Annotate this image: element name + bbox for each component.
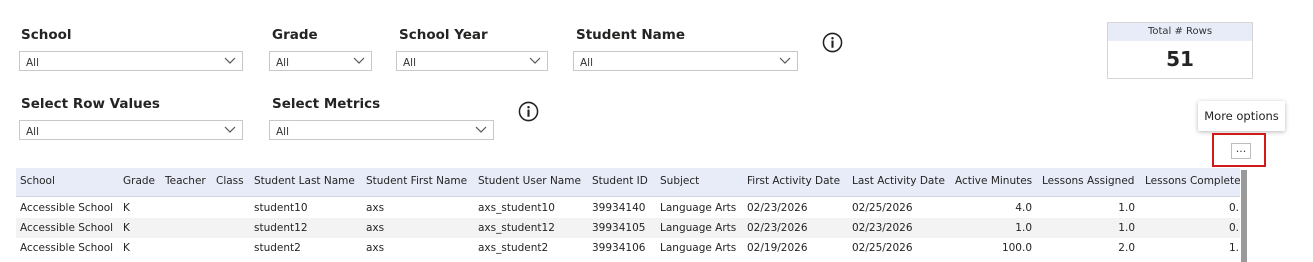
cell-student-last-name: student12	[254, 222, 308, 234]
cell-lessons-complete: 1.	[1228, 242, 1239, 254]
metrics-dropdown-value: All	[276, 126, 290, 138]
cell-subject: Language Arts	[660, 202, 737, 214]
school-year-dropdown-value: All	[403, 57, 417, 69]
column-header-student-first-name[interactable]: Student First Name	[366, 175, 467, 187]
school-dropdown-value: All	[26, 57, 40, 69]
info-icon[interactable]	[518, 101, 539, 122]
cell-student-last-name: student10	[254, 202, 308, 214]
cell-first-activity-date: 02/19/2026	[747, 242, 808, 254]
total-rows-card-title: Total # Rows	[1108, 23, 1252, 41]
cell-grade: K	[123, 202, 130, 214]
total-rows-value: 51	[1166, 47, 1194, 71]
cell-student-id: 39934106	[592, 242, 646, 254]
cell-active-minutes: 4.0	[1015, 202, 1032, 214]
more-options-highlight: ...	[1212, 133, 1266, 167]
cell-subject: Language Arts	[660, 242, 737, 254]
student-name-dropdown[interactable]: All	[573, 51, 798, 71]
cell-grade: K	[123, 242, 130, 254]
row-values-dropdown[interactable]: All	[19, 120, 243, 140]
cell-lessons-complete: 0.	[1228, 202, 1239, 214]
metrics-filter-label: Select Metrics	[272, 96, 381, 112]
table-row[interactable]: Accessible School K student12 axs axs_st…	[16, 218, 1240, 238]
cell-last-activity-date: 02/23/2026	[852, 222, 913, 234]
cell-student-first-name: axs	[366, 202, 385, 214]
grade-filter-label: Grade	[272, 27, 318, 43]
table-row[interactable]: Accessible School K student10 axs axs_st…	[16, 198, 1240, 218]
school-dropdown[interactable]: All	[19, 51, 243, 71]
table-row[interactable]: Accessible School K student2 axs axs_stu…	[16, 238, 1240, 258]
column-header-student-last-name[interactable]: Student Last Name	[254, 175, 355, 187]
chevron-down-icon	[779, 57, 791, 64]
column-header-last-activity-date[interactable]: Last Activity Date	[852, 175, 945, 187]
chevron-down-icon	[224, 126, 236, 133]
column-header-student-user-name[interactable]: Student User Name	[478, 175, 581, 187]
total-rows-card: Total # Rows 51	[1107, 22, 1253, 79]
cell-subject: Language Arts	[660, 222, 737, 234]
chevron-down-icon	[529, 57, 541, 64]
data-table: School Grade Teacher Class Student Last …	[16, 168, 1240, 262]
cell-active-minutes: 100.0	[1001, 242, 1032, 254]
more-options-tooltip: More options	[1198, 101, 1285, 131]
school-year-dropdown[interactable]: All	[396, 51, 548, 71]
cell-last-activity-date: 02/25/2026	[852, 202, 913, 214]
student-name-filter-label: Student Name	[576, 27, 686, 43]
row-values-filter-label: Select Row Values	[21, 96, 160, 112]
column-header-school[interactable]: School	[20, 175, 55, 187]
info-icon[interactable]	[822, 32, 843, 53]
column-header-class[interactable]: Class	[216, 175, 244, 187]
cell-first-activity-date: 02/23/2026	[747, 202, 808, 214]
column-header-student-id[interactable]: Student ID	[592, 175, 648, 187]
cell-school: Accessible School	[20, 242, 114, 254]
column-header-subject[interactable]: Subject	[660, 175, 699, 187]
column-header-grade[interactable]: Grade	[123, 175, 155, 187]
cell-grade: K	[123, 222, 130, 234]
cell-student-user-name: axs_student12	[478, 222, 555, 234]
column-header-active-minutes[interactable]: Active Minutes	[955, 175, 1032, 187]
table-vertical-scrollbar[interactable]	[1241, 170, 1247, 262]
cell-first-activity-date: 02/23/2026	[747, 222, 808, 234]
school-filter-label: School	[21, 27, 72, 43]
cell-student-first-name: axs	[366, 242, 385, 254]
chevron-down-icon	[475, 126, 487, 133]
table-header: School Grade Teacher Class Student Last …	[16, 168, 1240, 197]
row-values-dropdown-value: All	[26, 126, 40, 138]
chevron-down-icon	[224, 57, 236, 64]
cell-student-last-name: student2	[254, 242, 301, 254]
grade-dropdown-value: All	[276, 57, 290, 69]
cell-active-minutes: 1.0	[1015, 222, 1032, 234]
cell-lessons-assigned: 2.0	[1118, 242, 1135, 254]
column-header-first-activity-date[interactable]: First Activity Date	[747, 175, 840, 187]
cell-last-activity-date: 02/25/2026	[852, 242, 913, 254]
cell-student-id: 39934105	[592, 222, 646, 234]
cell-school: Accessible School	[20, 202, 114, 214]
cell-student-user-name: axs_student2	[478, 242, 549, 254]
cell-lessons-assigned: 1.0	[1118, 202, 1135, 214]
cell-lessons-assigned: 1.0	[1118, 222, 1135, 234]
column-header-lessons-complete[interactable]: Lessons Complete	[1145, 175, 1240, 187]
more-options-button[interactable]: ...	[1231, 143, 1251, 159]
metrics-dropdown[interactable]: All	[269, 120, 494, 140]
student-name-dropdown-value: All	[580, 57, 594, 69]
column-header-lessons-assigned[interactable]: Lessons Assigned	[1042, 175, 1134, 187]
cell-student-first-name: axs	[366, 222, 385, 234]
column-header-teacher[interactable]: Teacher	[165, 175, 206, 187]
school-year-filter-label: School Year	[399, 27, 488, 43]
chevron-down-icon	[353, 57, 365, 64]
cell-school: Accessible School	[20, 222, 114, 234]
cell-student-id: 39934140	[592, 202, 646, 214]
cell-student-user-name: axs_student10	[478, 202, 555, 214]
grade-dropdown[interactable]: All	[269, 51, 372, 71]
cell-lessons-complete: 0.	[1228, 222, 1239, 234]
